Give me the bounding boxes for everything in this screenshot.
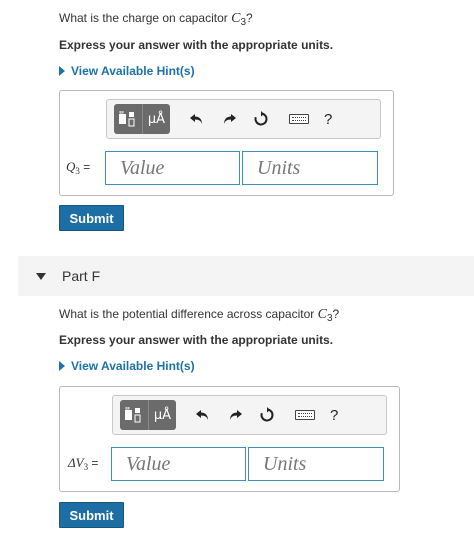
part-e-question: What is the charge on capacitor C3? <box>59 11 253 28</box>
submit-button[interactable]: Submit <box>59 502 124 528</box>
label-variable: Q <box>66 159 76 174</box>
label-variable: ΔV <box>68 455 84 470</box>
question-suffix: ? <box>332 307 340 321</box>
help-button[interactable]: ? <box>330 407 338 424</box>
help-button[interactable]: ? <box>324 111 332 128</box>
math-toolbar: μÅ ? <box>112 395 387 435</box>
keyboard-icon <box>295 410 315 420</box>
redo-icon <box>224 114 236 124</box>
templates-icon <box>125 407 141 423</box>
value-input[interactable]: Value <box>105 151 240 185</box>
label-equals: = <box>79 160 91 174</box>
reset-button[interactable] <box>256 404 278 426</box>
units-input[interactable]: Units <box>242 151 378 185</box>
part-e-answer-box: μÅ ? Q3 = Value Units <box>59 90 394 196</box>
question-variable: C <box>317 307 327 322</box>
answer-label: ΔV3 = <box>68 455 98 472</box>
part-f-answer-box: μÅ ? ΔV3 = Value Units <box>59 386 400 492</box>
redo-button[interactable] <box>224 404 246 426</box>
help-icon: ? <box>330 406 339 424</box>
label-equals: = <box>88 456 99 470</box>
undo-button[interactable] <box>186 108 208 130</box>
answer-label: Q3 = <box>66 159 90 176</box>
redo-button[interactable] <box>218 108 240 130</box>
units-icon: μÅ <box>153 407 172 423</box>
expand-triangle-icon <box>59 66 65 76</box>
templates-button[interactable] <box>114 104 142 134</box>
hint-link-label: View Available Hint(s) <box>71 64 195 78</box>
undo-button[interactable] <box>192 404 214 426</box>
expand-triangle-icon <box>59 361 65 371</box>
reset-button[interactable] <box>250 108 272 130</box>
units-button[interactable]: μÅ <box>148 400 176 430</box>
units-input[interactable]: Units <box>248 447 384 481</box>
part-f-instruction: Express your answer with the appropriate… <box>59 333 334 347</box>
question-text: What is the potential difference across … <box>59 307 318 321</box>
keyboard-button[interactable] <box>288 108 310 130</box>
templates-icon <box>119 111 135 127</box>
value-input[interactable]: Value <box>111 447 246 481</box>
part-e-hint-link[interactable]: View Available Hint(s) <box>59 64 195 78</box>
keyboard-icon <box>289 114 309 124</box>
question-suffix: ? <box>246 11 253 25</box>
hint-link-label: View Available Hint(s) <box>71 359 195 373</box>
help-icon: ? <box>324 110 333 128</box>
collapse-arrow-icon <box>36 272 46 280</box>
templates-button[interactable] <box>120 400 148 430</box>
undo-icon <box>190 114 202 124</box>
reset-icon <box>260 407 274 422</box>
reset-icon <box>254 111 268 126</box>
math-toolbar: μÅ ? <box>106 99 381 139</box>
part-title: Part F <box>62 268 101 284</box>
part-f-hint-link[interactable]: View Available Hint(s) <box>59 359 195 373</box>
units-button[interactable]: μÅ <box>142 104 170 134</box>
part-f-question: What is the potential difference across … <box>59 307 339 324</box>
submit-button[interactable]: Submit <box>59 205 124 231</box>
question-text: What is the charge on capacitor <box>59 11 232 25</box>
undo-icon <box>196 410 208 420</box>
keyboard-button[interactable] <box>294 404 316 426</box>
toolbar-button-group: μÅ <box>120 400 176 430</box>
toolbar-button-group: μÅ <box>114 104 170 134</box>
redo-icon <box>230 410 242 420</box>
units-icon: μÅ <box>147 111 166 127</box>
part-e-instruction: Express your answer with the appropriate… <box>59 38 334 52</box>
part-f-header[interactable]: Part F <box>18 256 474 296</box>
